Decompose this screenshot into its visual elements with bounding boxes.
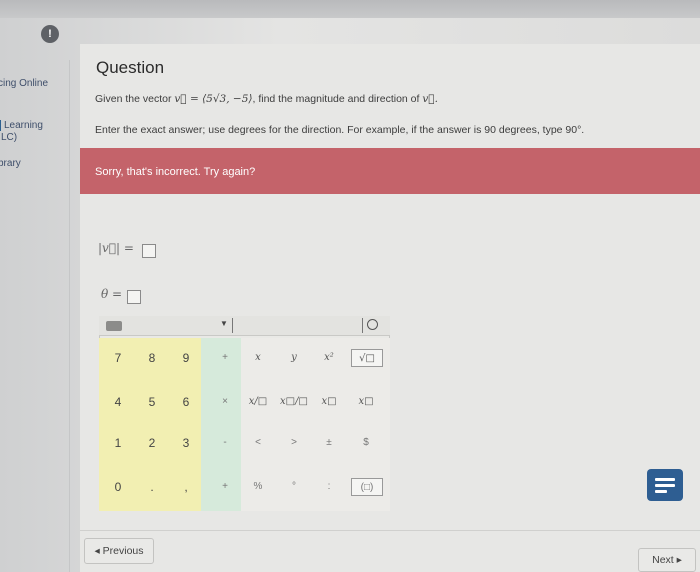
info-icon[interactable]: ! — [41, 25, 59, 43]
key-decimal[interactable]: . — [137, 478, 167, 496]
key-6[interactable]: 6 — [171, 393, 201, 411]
vector-symbol: v⃗. — [422, 93, 438, 105]
chat-icon-line — [655, 490, 667, 493]
feedback-message: Sorry, that's incorrect. Try again? — [95, 166, 256, 178]
key-greater-than[interactable]: > — [279, 434, 309, 452]
key-percent[interactable]: % — [243, 478, 273, 496]
magnitude-label: |v⃗| = — [98, 241, 134, 255]
key-7[interactable]: 7 — [103, 349, 133, 367]
key-colon[interactable]: : — [314, 478, 344, 496]
key-subscript[interactable]: x□ — [351, 393, 381, 411]
key-superscript[interactable]: x□ — [314, 393, 344, 411]
sidebar-item-library[interactable]: brary — [0, 158, 21, 169]
top-bar — [0, 0, 700, 18]
chat-icon-line — [655, 484, 675, 487]
key-sqrt[interactable]: √□ — [351, 349, 383, 367]
page-background: ! cing Online Learning LC) brary Questio… — [0, 0, 700, 572]
angle-label: θ = — [101, 287, 123, 301]
key-0[interactable]: 0 — [103, 478, 133, 496]
question-prompt: Given the vector v⃗ = ⟨5√3, −5⟩, find th… — [95, 93, 438, 105]
prompt-prefix: Given the vector — [95, 93, 175, 105]
chat-icon — [655, 478, 675, 481]
key-less-than[interactable]: < — [243, 434, 273, 452]
key-mixed-fraction[interactable]: x□/□ — [279, 393, 309, 411]
chevron-down-icon[interactable]: ▼ — [220, 319, 228, 328]
key-8[interactable]: 8 — [137, 349, 167, 367]
key-9[interactable]: 9 — [171, 349, 201, 367]
next-button[interactable]: Next ▸ — [638, 548, 696, 572]
keypad-toolbar — [99, 316, 390, 336]
question-instructions: Enter the exact answer; use degrees for … — [95, 124, 585, 136]
key-5[interactable]: 5 — [137, 393, 167, 411]
question-title: Question — [96, 58, 165, 77]
key-comma[interactable]: , — [171, 478, 201, 496]
key-2[interactable]: 2 — [137, 434, 167, 452]
key-y[interactable]: y — [279, 349, 309, 367]
key-3[interactable]: 3 — [171, 434, 201, 452]
toolbar-divider — [362, 318, 363, 333]
key-times[interactable]: × — [210, 393, 240, 411]
magnitude-input[interactable] — [142, 244, 156, 258]
key-dollar[interactable]: $ — [351, 434, 381, 452]
key-parentheses[interactable]: (□) — [351, 478, 383, 496]
sidebar-item-learning[interactable]: Learning — [0, 120, 43, 131]
sidebar-item-learning-sub[interactable]: LC) — [1, 132, 17, 143]
key-1[interactable]: 1 — [103, 434, 133, 452]
footer-divider — [80, 530, 700, 531]
sidebar-item-online[interactable]: cing Online — [0, 78, 48, 89]
key-x-squared[interactable]: x² — [314, 349, 344, 367]
key-plus-lower[interactable]: + — [210, 478, 240, 496]
key-fraction[interactable]: x/□ — [243, 393, 273, 411]
key-4[interactable]: 4 — [103, 393, 133, 411]
key-plus[interactable]: + — [210, 349, 240, 367]
keyboard-icon[interactable] — [106, 321, 122, 331]
key-x[interactable]: x — [243, 349, 273, 367]
key-minus[interactable]: - — [210, 434, 240, 452]
prompt-suffix: , find the magnitude and direction of — [252, 93, 423, 105]
angle-input[interactable] — [127, 290, 141, 304]
chat-button[interactable] — [647, 469, 683, 501]
clock-icon[interactable] — [367, 319, 378, 330]
vector-expression: v⃗ = ⟨5√3, −5⟩ — [174, 93, 253, 105]
key-degree[interactable]: ° — [279, 478, 309, 496]
key-plus-minus[interactable]: ± — [314, 434, 344, 452]
previous-button[interactable]: ◂ Previous — [84, 538, 154, 564]
toolbar-divider — [232, 318, 233, 333]
